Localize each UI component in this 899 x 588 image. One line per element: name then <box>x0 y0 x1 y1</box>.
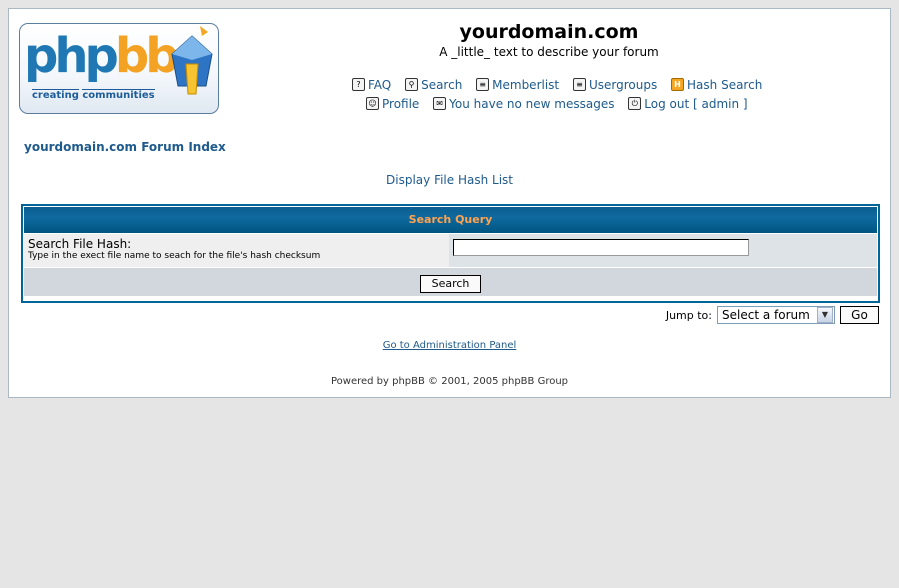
panel-footer: Search <box>24 268 877 296</box>
site-title: yourdomain.com <box>459 21 639 43</box>
search-field-label-cell: Search File Hash: Type in the exect file… <box>24 234 449 267</box>
search-field-help: Type in the exect file name to seach for… <box>28 251 321 261</box>
copyright-text: Powered by phpBB © 2001, 2005 phpBB Grou… <box>330 376 569 387</box>
jump-label: Jump to: <box>665 308 712 322</box>
admin-panel-link[interactable]: Go to Administration Panel <box>9 340 890 351</box>
file-hash-input[interactable] <box>453 239 749 256</box>
nav-faq[interactable]: ? FAQ <box>352 78 391 92</box>
search-field-input-cell <box>449 234 877 267</box>
phpbb-logo[interactable]: phpbb creating communities <box>19 23 219 114</box>
usergroups-icon: ≡ <box>572 78 586 91</box>
nav-hash-search[interactable]: H Hash Search <box>671 78 762 92</box>
forum-select-value: Select a forum <box>722 308 810 322</box>
hash-search-icon: H <box>671 78 685 91</box>
nav-profile[interactable]: ☺ Profile <box>366 97 419 111</box>
logo-wordmark: phpbb <box>24 28 180 84</box>
logout-icon: ⏻ <box>628 97 642 110</box>
jump-to-forum: Jump to: Select a forum ▼ Go <box>666 306 879 324</box>
display-hash-list-link[interactable]: Display File Hash List <box>9 173 890 187</box>
logo-tagline: creating communities <box>32 89 155 101</box>
nav-messages[interactable]: ✉ You have no new messages <box>433 97 614 111</box>
search-field-row: Search File Hash: Type in the exect file… <box>24 234 877 268</box>
nav-logout[interactable]: ⏻ Log out [ admin ] <box>628 97 748 111</box>
logo-house-icon <box>171 26 213 95</box>
forum-index-link[interactable]: yourdomain.com Forum Index <box>24 140 226 154</box>
search-button[interactable]: Search <box>419 274 482 293</box>
nav-search[interactable]: ⚲ Search <box>405 78 462 92</box>
main-nav-row-2: ☺ Profile ✉ You have no new messages ⏻ Log … <box>366 95 748 111</box>
search-field-label: Search File Hash: <box>28 237 132 251</box>
site-description: A _little_ text to describe your forum <box>439 45 659 59</box>
chevron-down-icon[interactable]: ▼ <box>817 307 833 323</box>
faq-icon: ? <box>352 78 365 91</box>
go-button[interactable]: Go <box>840 306 879 324</box>
memberlist-icon: ≡ <box>476 78 490 91</box>
main-nav-row-1: ? FAQ ⚲ Search ≡ Memberlist ≡ Usergroups H Ha… <box>352 76 762 92</box>
page-container: phpbb creating communities yourdomain.co… <box>8 8 891 398</box>
nav-usergroups[interactable]: ≡ Usergroups <box>572 78 657 92</box>
profile-icon: ☺ <box>366 97 379 110</box>
nav-memberlist[interactable]: ≡ Memberlist <box>476 78 559 92</box>
messages-icon: ✉ <box>433 97 447 110</box>
search-icon: ⚲ <box>405 78 419 91</box>
forum-select[interactable]: Select a forum ▼ <box>717 306 835 324</box>
search-query-panel: Search Query Search File Hash: Type in t… <box>21 204 880 303</box>
panel-header: Search Query <box>24 207 877 234</box>
